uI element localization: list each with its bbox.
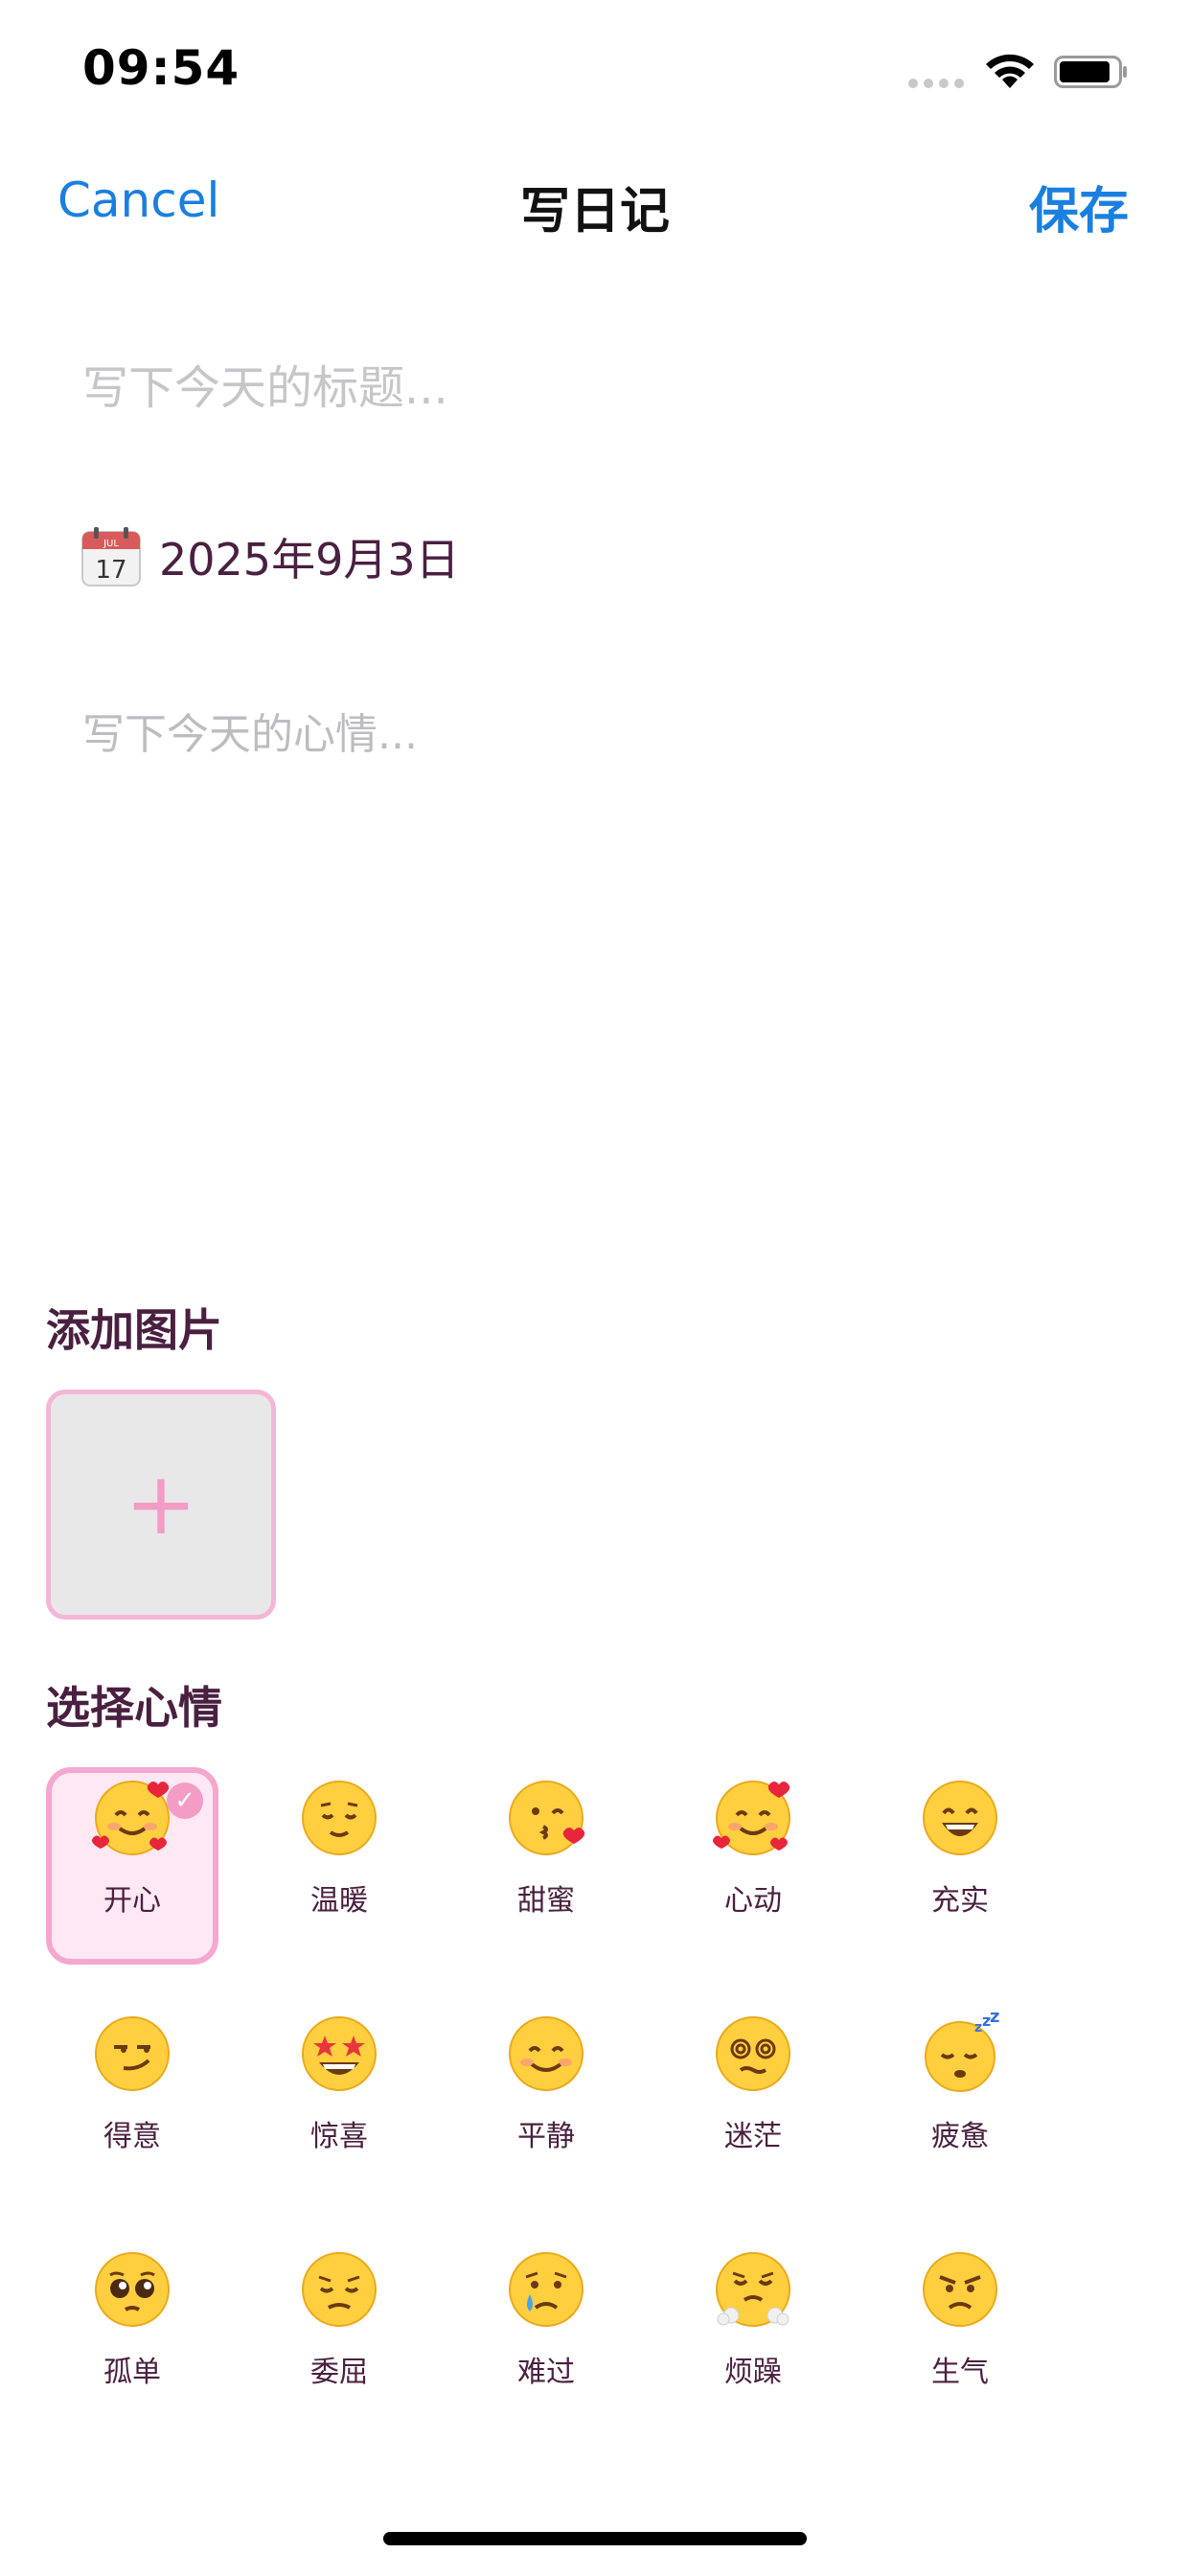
- crying-face-icon: [509, 2252, 584, 2327]
- mood-label: 心动: [724, 1884, 782, 1918]
- calendar-icon: JUL 17: [81, 527, 141, 586]
- mood-option-calm[interactable]: 平静: [460, 2003, 632, 2200]
- mood-option-sad[interactable]: 难过: [460, 2239, 632, 2436]
- cellular-signal-icon: [908, 79, 964, 88]
- mood-label: 平静: [517, 2120, 575, 2153]
- mood-option-wronged[interactable]: 委屈: [253, 2239, 425, 2436]
- save-button[interactable]: 保存: [1029, 171, 1129, 242]
- mood-option-lonely[interactable]: 孤单: [46, 2239, 218, 2436]
- mood-label: 惊喜: [310, 2120, 368, 2153]
- mood-label: 甜蜜: [517, 1884, 575, 1918]
- mood-label: 迷茫: [724, 2120, 782, 2153]
- date-text: 2025年9月3日: [159, 534, 460, 586]
- sleeping-face-icon: z z z: [925, 2012, 999, 2092]
- mood-option-tired[interactable]: z z z 疲惫: [874, 2003, 1046, 2200]
- smirking-face-icon: [95, 2016, 170, 2091]
- mood-option-smug[interactable]: 得意: [46, 2003, 218, 2200]
- svg-text:z: z: [990, 2012, 999, 2027]
- wifi-icon: [986, 54, 1034, 88]
- mood-section-label: 选择心情: [46, 1682, 222, 1734]
- smiling-face-with-hearts-icon: [92, 1781, 170, 1855]
- title-input[interactable]: [82, 355, 1117, 422]
- pleading-face-icon: [95, 2252, 170, 2327]
- calendar-month-text: JUL: [103, 539, 119, 549]
- svg-text:z: z: [974, 2020, 982, 2036]
- mood-label: 疲惫: [931, 2120, 989, 2153]
- angry-face-icon: [923, 2252, 997, 2327]
- mood-label: 开心: [103, 1884, 161, 1918]
- status-icons: [908, 50, 1138, 92]
- plus-icon: +: [125, 1454, 197, 1554]
- status-time: 09:54: [82, 40, 240, 96]
- mood-label: 孤单: [103, 2356, 161, 2389]
- mood-option-happy[interactable]: ✓ 开心: [46, 1767, 218, 1965]
- mood-option-warm[interactable]: 温暖: [253, 1767, 425, 1965]
- mood-option-fulfilled[interactable]: 充实: [874, 1767, 1046, 1965]
- add-photo-label: 添加图片: [46, 1304, 222, 1356]
- mood-label: 难过: [517, 2356, 575, 2389]
- page-title: 写日记: [519, 183, 670, 241]
- calendar-day-text: 17: [95, 556, 126, 585]
- date-row[interactable]: JUL 17 2025年9月3日: [80, 525, 460, 588]
- mood-label: 烦躁: [724, 2356, 782, 2389]
- star-struck-icon: [302, 2016, 377, 2091]
- dizzy-face-icon: [716, 2016, 790, 2091]
- mood-label: 委屈: [310, 2356, 368, 2389]
- mood-label: 得意: [103, 2120, 161, 2153]
- pensive-face-icon: [302, 2252, 377, 2327]
- add-photo-button[interactable]: +: [46, 1390, 276, 1620]
- mood-option-sweet[interactable]: 甜蜜: [460, 1767, 632, 1965]
- mood-option-heartbeat[interactable]: 心动: [667, 1767, 839, 1965]
- mood-option-irritated[interactable]: 烦躁: [667, 2239, 839, 2436]
- home-indicator: [383, 2532, 807, 2545]
- face-blowing-kiss-icon: [509, 1781, 585, 1855]
- relieved-face-icon: [302, 1781, 377, 1855]
- smiling-face-icon: [509, 2016, 584, 2091]
- smiling-face-with-hearts-icon: [713, 1781, 790, 1855]
- mood-label: 充实: [931, 1884, 989, 1918]
- mood-label: 生气: [931, 2356, 989, 2389]
- mood-option-confused[interactable]: 迷茫: [667, 2003, 839, 2200]
- battery-icon: [1054, 56, 1127, 88]
- mood-option-angry[interactable]: 生气: [874, 2239, 1046, 2436]
- grinning-face-icon: [923, 1781, 997, 1855]
- face-with-steam-icon: [716, 2252, 790, 2327]
- mood-option-surprised[interactable]: 惊喜: [253, 2003, 425, 2200]
- content-textarea[interactable]: [82, 700, 1117, 1236]
- mood-label: 温暖: [310, 1884, 368, 1918]
- diary-editor-screen: 09:54 Cancel 写日记 保存 JUL 17 2025年9月3日: [0, 0, 1190, 2576]
